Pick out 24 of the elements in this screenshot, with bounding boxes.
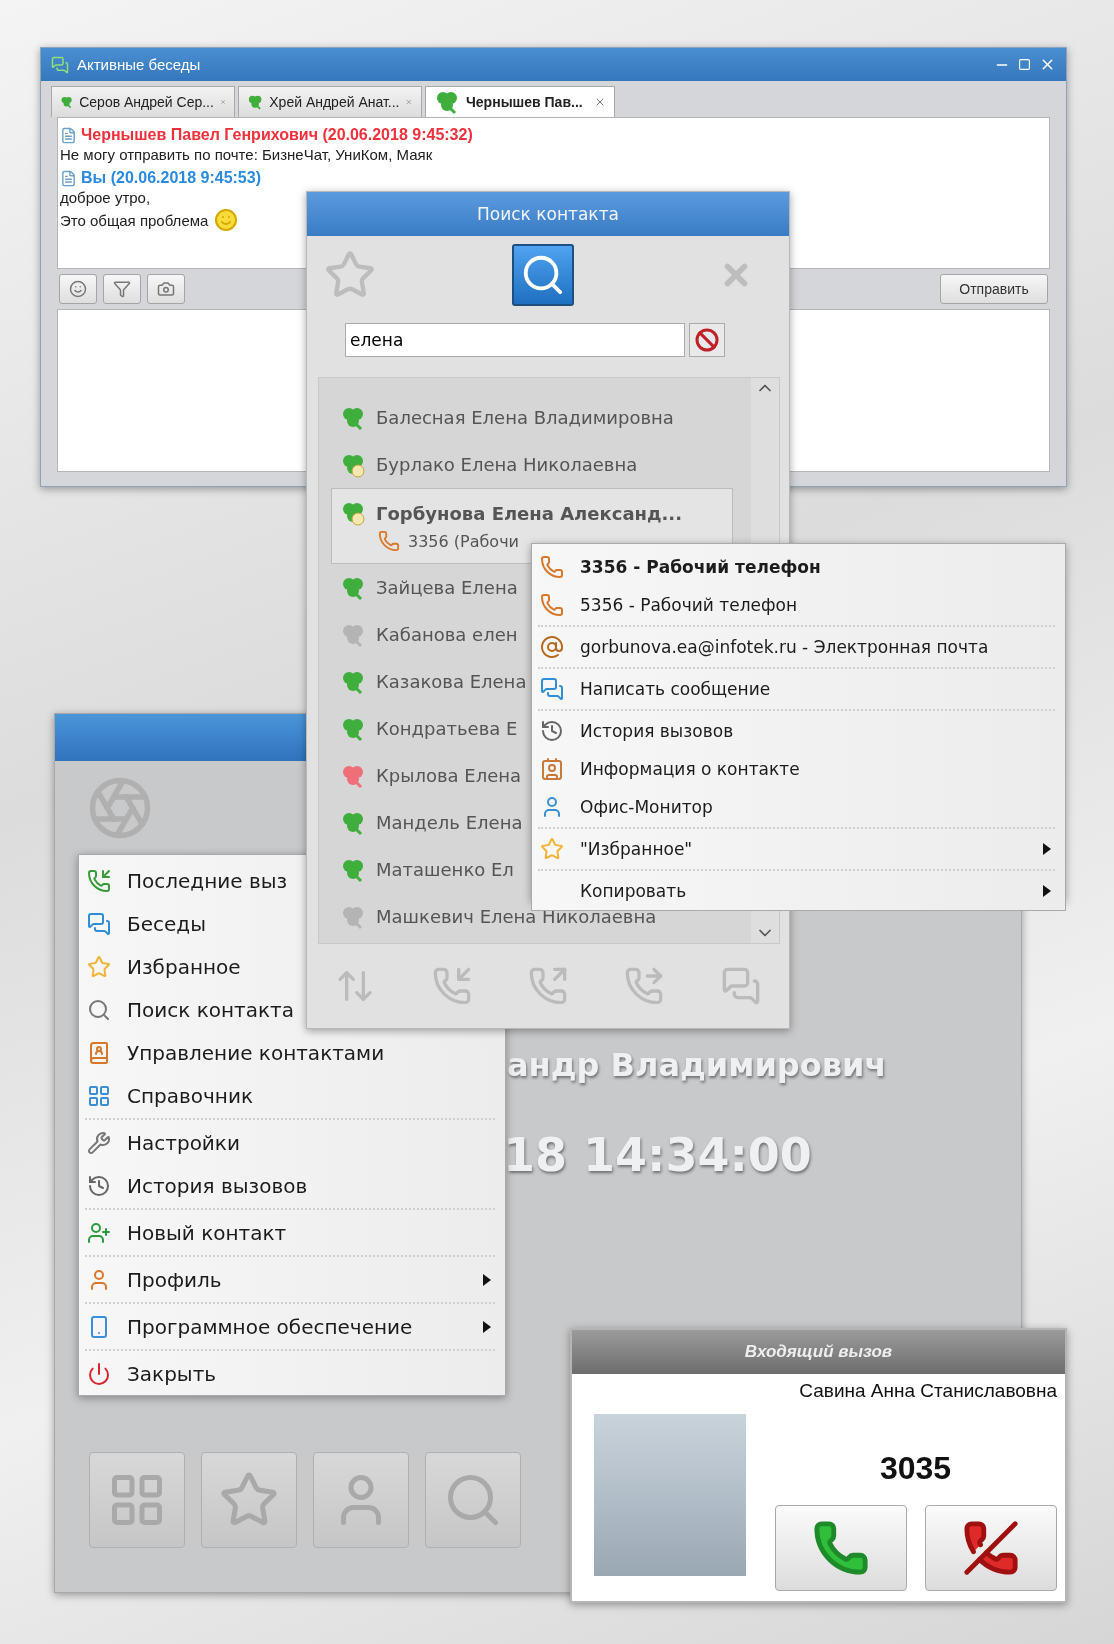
window-title: Активные беседы — [77, 56, 202, 73]
message-text: доброе утро, — [60, 189, 151, 206]
caller-name: Савина Анна Станиславовна — [798, 1379, 1058, 1402]
message-text: Это общая проблема — [60, 211, 209, 229]
contact-name: Мандель Елена — [376, 812, 523, 833]
message-author: Вы (20.06.2018 9:45:53) — [81, 169, 261, 187]
message-text: Не могу отправить по почте: БизнеЧат, УниКом, Маяк — [60, 146, 433, 163]
window-title: Поиск контакта — [307, 192, 789, 236]
contact-name: Машкевич Елена Николаевна — [376, 906, 657, 927]
window-title: Входящий вызов — [572, 1330, 1065, 1374]
contact-name: Маташенко Ел — [376, 859, 514, 880]
contact-name: Кондратьева Е — [376, 718, 518, 739]
contact-name: Кабанова елен — [376, 624, 518, 645]
contact-name: Зайцева Елена — [376, 577, 518, 598]
contact-name: андр Владимирович — [507, 1046, 888, 1084]
message-author: Чернышев Павел Генрихович (20.06.2018 9:45:32) — [81, 126, 473, 144]
contact-name: Горбунова Елена Александ... — [376, 502, 682, 524]
contact-name: Балесная Елена Владимировна — [376, 407, 674, 428]
caller-number: 3035 — [879, 1450, 952, 1487]
contact-name: Крылова Елена — [376, 765, 522, 786]
date-time: 18 14:34:00 — [503, 1128, 813, 1182]
phone-number: 3356 (Рабочи — [408, 531, 519, 551]
contact-name: Бурлако Елена Николаевна — [376, 454, 638, 475]
contact-name: Казакова Елена — [376, 671, 527, 692]
